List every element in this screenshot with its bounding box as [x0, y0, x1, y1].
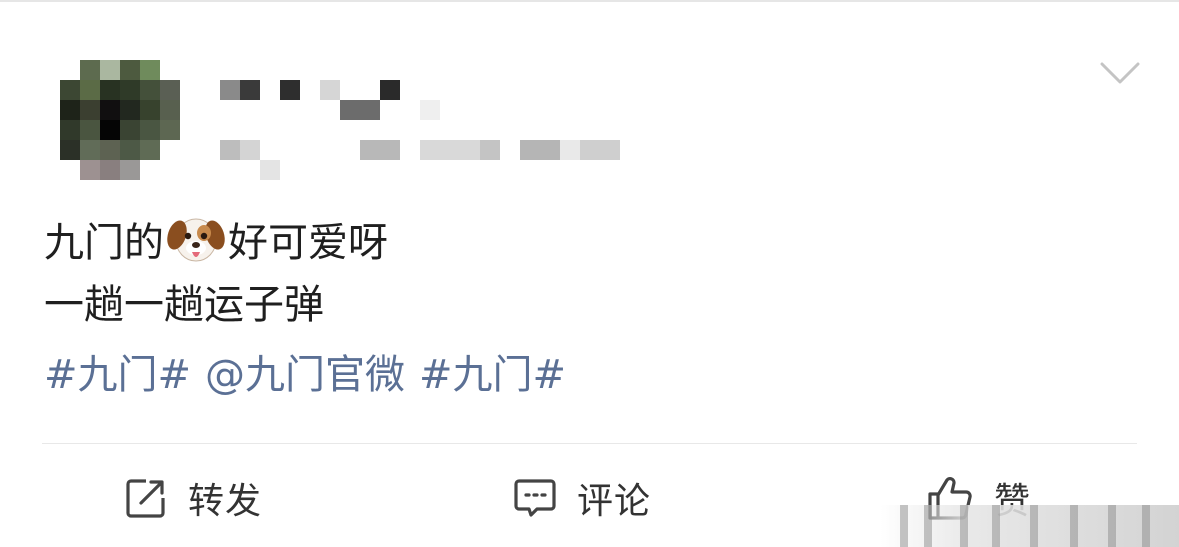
avatar[interactable] — [60, 60, 180, 180]
mention-link[interactable]: @九门官微 — [205, 352, 405, 398]
dog-face-emoji — [167, 218, 225, 262]
post-line-2: 一趟一趟运子弹 — [44, 282, 324, 328]
chevron-down-icon — [1100, 62, 1140, 84]
more-menu-button[interactable] — [1100, 58, 1140, 88]
share-icon — [126, 479, 165, 518]
blurred-overlay — [880, 505, 1179, 547]
hashtag-link-2[interactable]: #九门# — [419, 352, 566, 398]
post-text-1a: 九门的 — [44, 220, 164, 266]
hashtag-link[interactable]: #九门# — [44, 352, 191, 398]
repost-button[interactable]: 转发 — [124, 470, 262, 526]
comment-button[interactable]: 评论 — [513, 470, 651, 526]
post-tags-line: #九门# @九门官微 #九门# — [44, 344, 1134, 406]
comment-icon — [514, 479, 556, 517]
post-line-1: 九门的 好可爱呀 — [44, 210, 1134, 274]
user-name[interactable] — [220, 80, 440, 120]
post-content: 九门的 好可爱呀 一趟一趟运子弹 #九门# @九门官微 #九门# — [44, 210, 1134, 406]
top-separator — [0, 0, 1179, 2]
action-bar-divider — [42, 443, 1137, 444]
post-meta — [220, 140, 620, 180]
comment-label: 评论 — [577, 481, 652, 522]
post-text-1b: 好可爱呀 — [228, 220, 388, 266]
repost-label: 转发 — [188, 481, 263, 522]
